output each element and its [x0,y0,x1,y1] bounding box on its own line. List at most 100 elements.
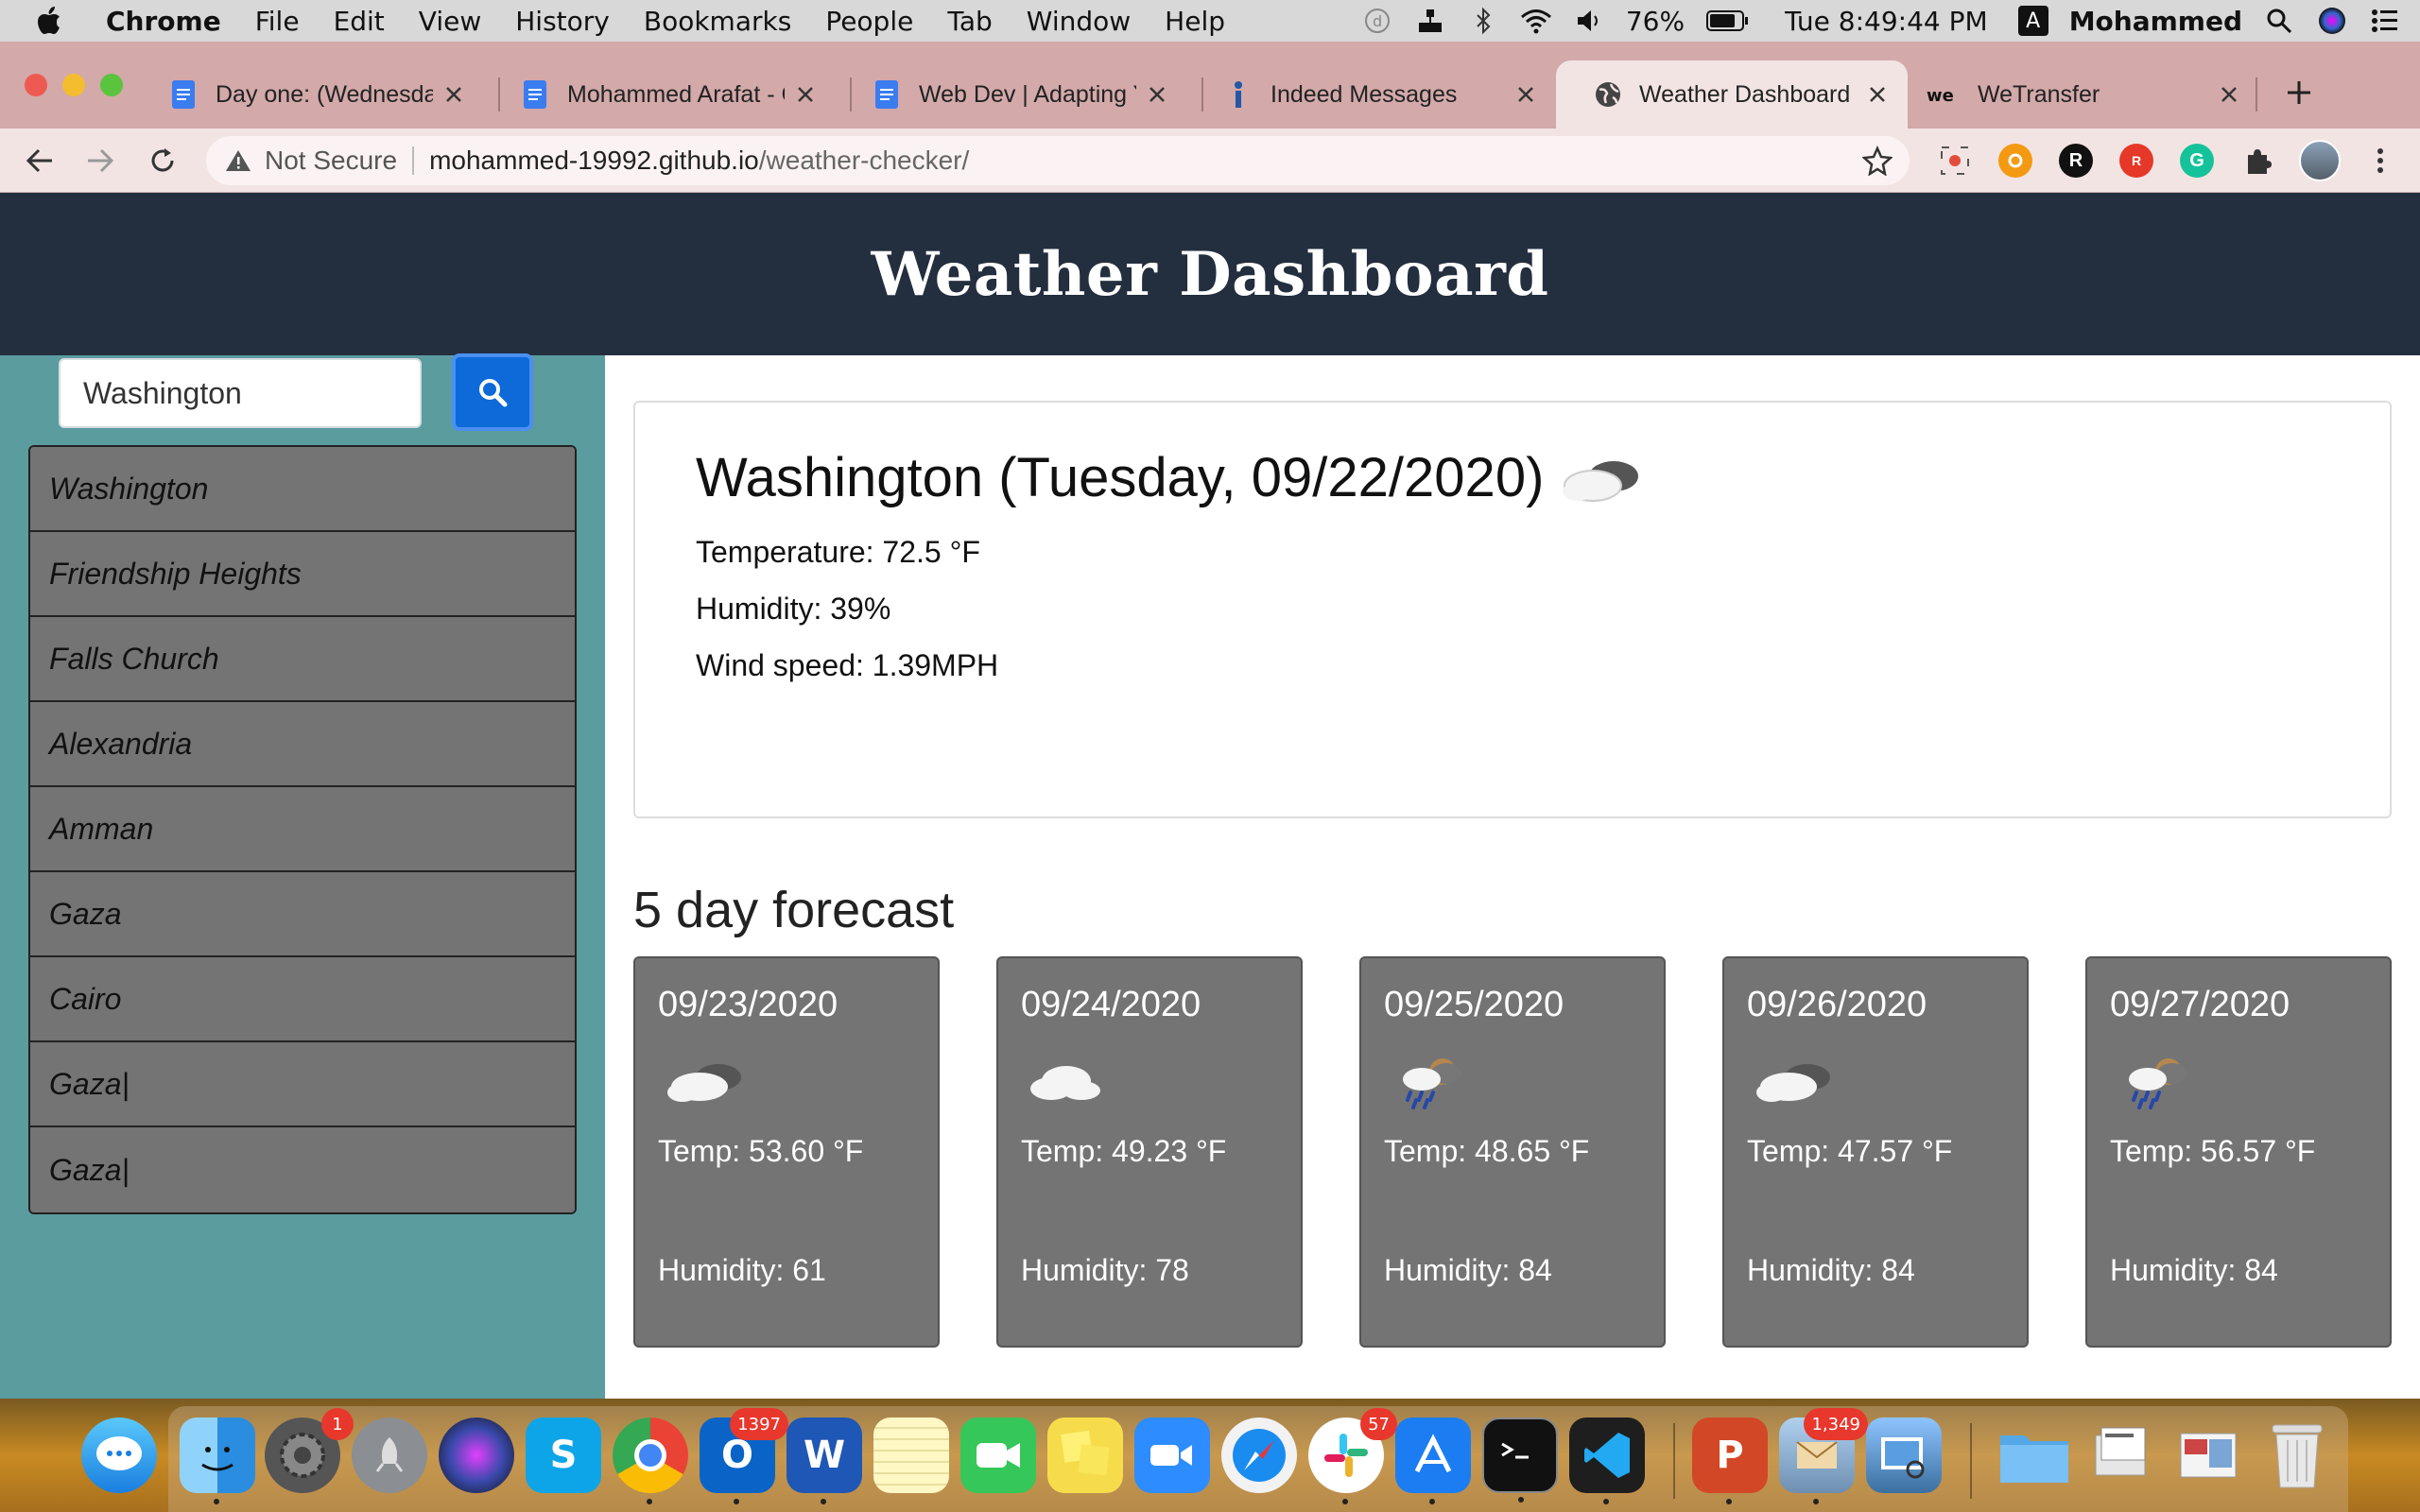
menu-window[interactable]: Window [1010,6,1148,37]
finder-icon[interactable] [180,1418,255,1504]
new-tab-button[interactable] [2278,72,2320,113]
battery-icon[interactable] [1705,5,1751,37]
honey-extension-icon[interactable] [1998,144,2032,178]
tab-day-one[interactable]: Day one: (Wednesday [132,60,484,129]
tab-wetransfer[interactable]: we WeTransfer [1908,60,2259,129]
forecast-humidity: Humidity: 78 [1021,1253,1189,1287]
trash-icon[interactable] [2259,1418,2335,1493]
launchpad-icon[interactable] [352,1418,427,1493]
menu-people[interactable]: People [808,6,930,37]
mail-icon[interactable]: 1,349 [1779,1408,1868,1504]
notification-center-icon[interactable] [2369,5,2401,37]
spotlight-icon[interactable] [2263,5,2295,37]
menu-view[interactable]: View [402,6,498,37]
vscode-icon[interactable] [1569,1418,1645,1504]
not-secure-label[interactable]: Not Secure [265,146,397,176]
safari-icon[interactable] [1221,1418,1297,1493]
history-item[interactable]: Falls Church [30,617,575,702]
tab-label: Day one: (Wednesday [216,80,433,108]
running-indicator [821,1499,826,1504]
notes-icon[interactable] [873,1418,949,1493]
r-extension-icon[interactable]: R [2059,144,2093,178]
close-tab-icon[interactable] [1511,79,1541,110]
menu-tab[interactable]: Tab [930,6,1009,37]
screen-capture-extension-icon[interactable] [1938,144,1972,178]
close-tab-icon[interactable] [1862,79,1893,110]
zoom-icon[interactable] [1134,1418,1210,1493]
input-source-icon[interactable]: A [2017,6,2048,36]
docs-icon [873,79,900,110]
volume-icon[interactable] [1573,5,1605,37]
messages-icon[interactable] [81,1418,157,1493]
dashlane-icon[interactable]: d [1361,5,1393,37]
apple-menu-icon[interactable] [23,0,76,42]
facetime-icon[interactable] [960,1418,1036,1493]
menubar-clock[interactable]: Tue 8:49:44 PM [1785,6,1988,37]
menu-help[interactable]: Help [1148,6,1242,37]
preview-icon[interactable] [1866,1418,1942,1493]
word-icon[interactable]: W [786,1418,862,1504]
siri-icon[interactable] [2316,5,2348,37]
history-item[interactable]: Gaza [30,872,575,957]
city-search-input[interactable] [59,358,422,428]
forward-button[interactable] [79,140,121,181]
tab-mohammed-arafat[interactable]: Mohammed Arafat - C [484,60,836,129]
close-tab-icon[interactable] [790,79,821,110]
menu-file[interactable]: File [238,6,317,37]
forecast-humidity: Humidity: 84 [1747,1253,1915,1287]
history-item[interactable]: Friendship Heights [30,532,575,617]
terminal-icon[interactable] [1482,1418,1558,1503]
bookmark-star-icon[interactable] [1862,146,1893,176]
rakuten-extension-icon[interactable]: R [2119,144,2153,178]
bluetooth-icon[interactable] [1467,5,1499,37]
tab-web-dev[interactable]: Web Dev | Adapting Y [836,60,1187,129]
running-indicator [647,1499,652,1504]
minimize-window-button[interactable] [62,74,85,96]
word-letter: W [803,1434,846,1477]
network-icon[interactable] [1414,5,1446,37]
address-bar[interactable]: Not Secure mohammed-19992.github.io/weat… [206,136,1910,185]
slack-icon[interactable]: 57 [1308,1408,1397,1504]
menu-app-name[interactable]: Chrome [89,6,238,37]
screenshots-stack-icon[interactable] [2170,1418,2246,1493]
history-item[interactable]: Washington [30,447,575,532]
back-button[interactable] [19,140,60,181]
wifi-icon[interactable] [1520,5,1552,37]
skype-icon[interactable]: S [526,1418,601,1493]
close-tab-icon[interactable] [439,79,469,110]
history-item[interactable]: Cairo [30,957,575,1042]
menu-bookmarks[interactable]: Bookmarks [627,6,808,37]
close-tab-icon[interactable] [1142,79,1172,110]
outlook-icon[interactable]: O 1397 [700,1408,788,1504]
downloads-folder-icon[interactable] [1996,1418,2072,1493]
chrome-menu-icon[interactable] [2363,144,2397,178]
forecast-humidity: Humidity: 61 [658,1253,826,1287]
menubar-user[interactable]: Mohammed [2069,6,2242,37]
history-item[interactable]: Alexandria [30,702,575,787]
forecast-card: 09/23/2020 Temp: 53.60 °F Humidity: 61 [633,956,940,1348]
extensions-puzzle-icon[interactable] [2240,144,2274,178]
powerpoint-icon[interactable]: P [1692,1418,1768,1504]
grammarly-extension-icon[interactable]: G [2180,144,2214,178]
history-item[interactable]: Gaza| [30,1127,575,1212]
tab-weather-dashboard[interactable]: Weather Dashboard [1556,60,1908,129]
close-window-button[interactable] [25,74,47,96]
documents-stack-icon[interactable] [2083,1418,2159,1493]
warning-icon[interactable] [225,148,251,173]
stickies-icon[interactable] [1047,1418,1123,1493]
history-item[interactable]: Amman [30,787,575,872]
system-preferences-icon[interactable]: 1 [265,1408,354,1493]
xcode-icon[interactable] [1395,1418,1471,1504]
menu-history[interactable]: History [498,6,627,37]
zoom-window-button[interactable] [100,74,123,96]
reload-button[interactable] [142,140,183,181]
history-item[interactable]: Gaza| [30,1042,575,1127]
menu-edit[interactable]: Edit [317,6,402,37]
search-button[interactable] [452,353,533,431]
close-tab-icon[interactable] [2214,79,2244,110]
url-host: mohammed-19992.github.io [429,146,759,175]
chrome-dock-icon[interactable] [613,1418,688,1504]
siri-dock-icon[interactable] [439,1418,514,1493]
tab-indeed-messages[interactable]: Indeed Messages [1187,60,1556,129]
profile-avatar[interactable] [2299,140,2341,181]
